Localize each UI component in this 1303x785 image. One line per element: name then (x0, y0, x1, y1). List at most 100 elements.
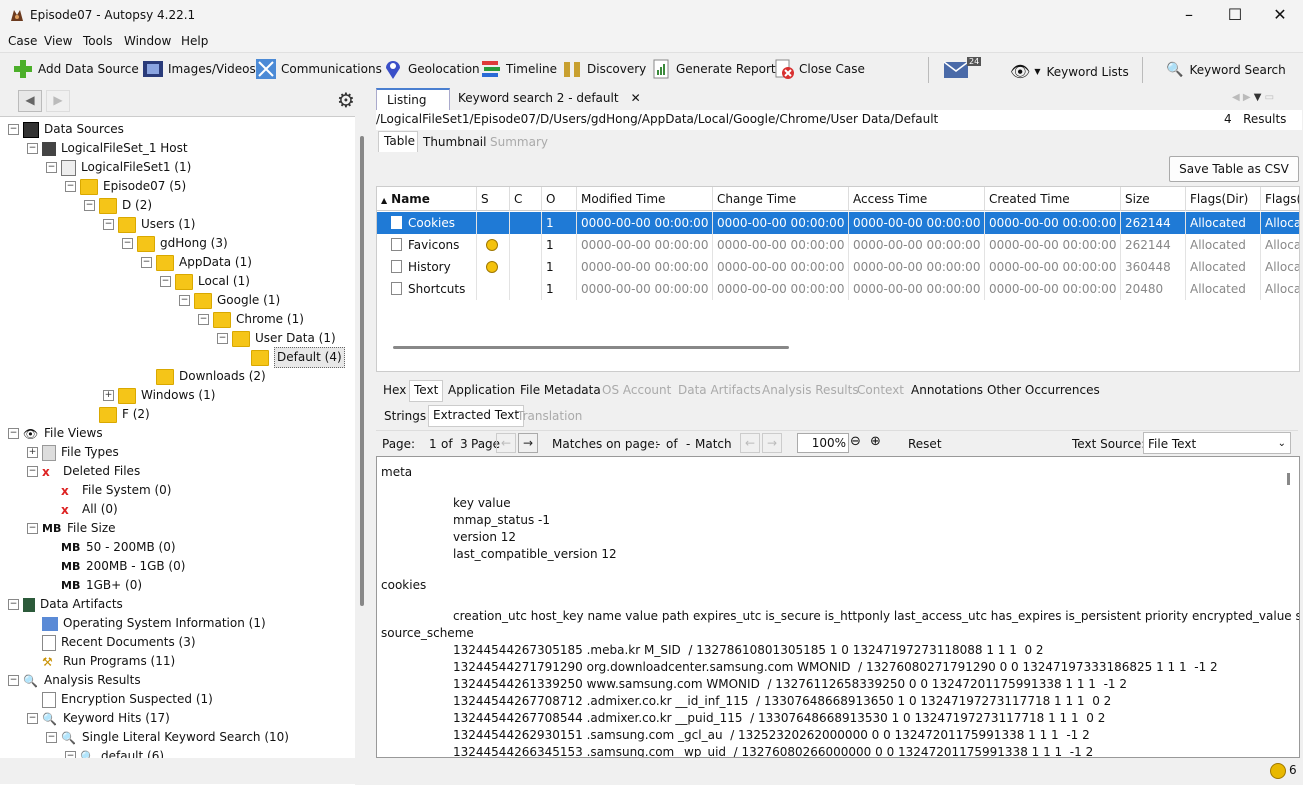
tree-node[interactable]: − AppData (1) (141, 253, 252, 272)
menu-view[interactable]: View (44, 34, 72, 48)
reset-button[interactable]: Reset (908, 437, 942, 451)
content-tab[interactable]: Other Occurrences (987, 383, 1100, 397)
tree-scrollbar[interactable] (360, 136, 364, 606)
column-header[interactable]: Modified Time (577, 187, 713, 211)
tree-node[interactable]: Encryption Suspected (1) (27, 690, 213, 709)
column-header[interactable]: S (477, 187, 510, 211)
tree-node[interactable]: − gdHong (3) (122, 234, 228, 253)
table-row[interactable]: Favicons 1 0000-00-00 00:00:00 0000-00-00 0… (377, 234, 1299, 256)
mail-button[interactable]: 24 (943, 57, 983, 83)
tree-node[interactable]: − Users (1) (103, 215, 195, 234)
column-header[interactable]: Flags(M (1261, 187, 1299, 211)
close-window-button[interactable]: ✕ (1257, 0, 1303, 32)
timeline-button[interactable]: Timeline (480, 58, 557, 80)
discovery-button[interactable]: Discovery (561, 58, 646, 80)
tree-node[interactable]: Operating System Information (1) (27, 614, 266, 633)
collapse-toggle-icon[interactable]: − (27, 523, 38, 534)
tab-nav-arrows-icon[interactable]: ◀ ▶ ▼ ▭ (1232, 92, 1274, 103)
text-subtab[interactable]: Strings (384, 409, 426, 423)
collapse-toggle-icon[interactable]: − (46, 162, 57, 173)
next-match-arrow-icon[interactable]: → (762, 433, 782, 453)
images-videos-button[interactable]: Images/Videos (142, 58, 256, 80)
column-header[interactable]: ▲ Name (377, 187, 477, 211)
content-tab[interactable]: OS Account (602, 383, 671, 397)
content-tab[interactable]: Application (448, 383, 515, 397)
content-tab[interactable]: Context (857, 383, 904, 397)
notification-bell-icon[interactable] (1270, 763, 1286, 779)
tree-node[interactable]: − Episode07 (5) (65, 177, 186, 196)
tree-node[interactable]: Recent Documents (3) (27, 633, 196, 652)
expand-toggle-icon[interactable]: + (103, 390, 114, 401)
collapse-toggle-icon[interactable]: − (46, 732, 57, 743)
extracted-text-area[interactable]: meta key value mmap_status -1 version 12 las… (376, 456, 1300, 758)
text-subtab[interactable]: Translation (517, 409, 582, 423)
tree-node[interactable]: x All (0) (46, 500, 118, 519)
tree-node[interactable]: − 🔍 Analysis Results (8, 671, 141, 690)
column-header[interactable]: O (542, 187, 577, 211)
collapse-toggle-icon[interactable]: − (84, 200, 95, 211)
keyword-lists-button[interactable]: 👁 ▼ Keyword Lists (1010, 62, 1129, 81)
zoom-field[interactable]: 100% (797, 433, 849, 453)
tree-node[interactable]: − User Data (1) (217, 329, 336, 348)
collapse-toggle-icon[interactable]: − (8, 124, 19, 135)
tree-node[interactable]: − x Deleted Files (27, 462, 140, 481)
minimize-button[interactable]: – (1166, 0, 1212, 32)
menu-help[interactable]: Help (181, 34, 208, 48)
collapse-toggle-icon[interactable]: − (27, 143, 38, 154)
back-button[interactable]: ◀ (18, 90, 42, 112)
prev-page-arrow-icon[interactable]: ← (496, 433, 516, 453)
column-header[interactable]: C (510, 187, 542, 211)
collapse-toggle-icon[interactable]: − (27, 713, 38, 724)
collapse-toggle-icon[interactable]: − (8, 428, 19, 439)
column-header[interactable]: Size (1121, 187, 1186, 211)
zoom-out-icon[interactable]: ⊖ (850, 434, 861, 449)
forward-button[interactable]: ▶ (46, 90, 70, 112)
tab-thumbnail[interactable]: Thumbnail (423, 135, 486, 149)
save-table-csv-button[interactable]: Save Table as CSV (1169, 156, 1299, 182)
collapse-toggle-icon[interactable]: − (217, 333, 228, 344)
collapse-toggle-icon[interactable]: − (160, 276, 171, 287)
tab-summary[interactable]: Summary (490, 135, 548, 149)
tree-node[interactable]: − 🔍 Single Literal Keyword Search (10) (46, 728, 289, 747)
tab-listing[interactable]: Listing (376, 88, 450, 112)
tree-node[interactable]: − Google (1) (179, 291, 280, 310)
collapse-toggle-icon[interactable]: − (27, 466, 38, 477)
tree-node[interactable]: − Local (1) (160, 272, 250, 291)
add-data-source-button[interactable]: Add Data Source (12, 58, 139, 80)
menu-window[interactable]: Window (124, 34, 171, 48)
collapse-toggle-icon[interactable]: − (8, 599, 19, 610)
maximize-button[interactable]: ☐ (1212, 0, 1258, 32)
geolocation-button[interactable]: Geolocation (382, 58, 480, 80)
tree-node[interactable]: ⚒ Run Programs (11) (27, 652, 175, 671)
tree-node[interactable]: − LogicalFileSet1 (1) (46, 158, 191, 177)
tree-node[interactable]: Default (4) (236, 347, 345, 368)
content-tab[interactable]: Hex (383, 383, 406, 397)
tree-node[interactable]: − Data Artifacts (8, 595, 123, 614)
tree-node[interactable]: + Windows (1) (103, 386, 215, 405)
tree-node[interactable]: − MB File Size (27, 519, 116, 538)
content-tab[interactable]: File Metadata (520, 383, 601, 397)
collapse-toggle-icon[interactable]: − (198, 314, 209, 325)
content-tab[interactable]: Data Artifacts (678, 383, 761, 397)
tab-table[interactable]: Table (378, 131, 418, 152)
tree-node[interactable]: + File Types (27, 443, 119, 462)
content-tab[interactable]: Analysis Results (762, 383, 859, 397)
tree-node[interactable]: − LogicalFileSet_1 Host (27, 139, 188, 158)
tree-node[interactable]: MB 200MB - 1GB (0) (46, 557, 185, 576)
column-header[interactable]: Access Time (849, 187, 985, 211)
settings-gear-icon[interactable]: ⚙ (334, 88, 358, 112)
table-hscrollbar[interactable] (393, 346, 789, 349)
expand-toggle-icon[interactable]: + (27, 447, 38, 458)
collapse-toggle-icon[interactable]: − (103, 219, 114, 230)
generate-report-button[interactable]: Generate Report (650, 58, 776, 80)
tree-node[interactable]: x File System (0) (46, 481, 171, 500)
text-source-select[interactable]: File Text ⌄ (1143, 432, 1291, 454)
tree-node[interactable]: MB 1GB+ (0) (46, 576, 142, 595)
content-tab[interactable]: Text (409, 380, 444, 402)
close-case-button[interactable]: Close Case (773, 58, 865, 80)
tree-node[interactable]: MB 50 - 200MB (0) (46, 538, 176, 557)
table-row[interactable]: History 1 0000-00-00 00:00:00 0000-00-00 00… (377, 256, 1299, 278)
text-vscrollbar[interactable] (1287, 473, 1290, 485)
column-header[interactable]: Flags(Dir) (1186, 187, 1261, 211)
tree-node[interactable]: − Data Sources (8, 120, 124, 139)
